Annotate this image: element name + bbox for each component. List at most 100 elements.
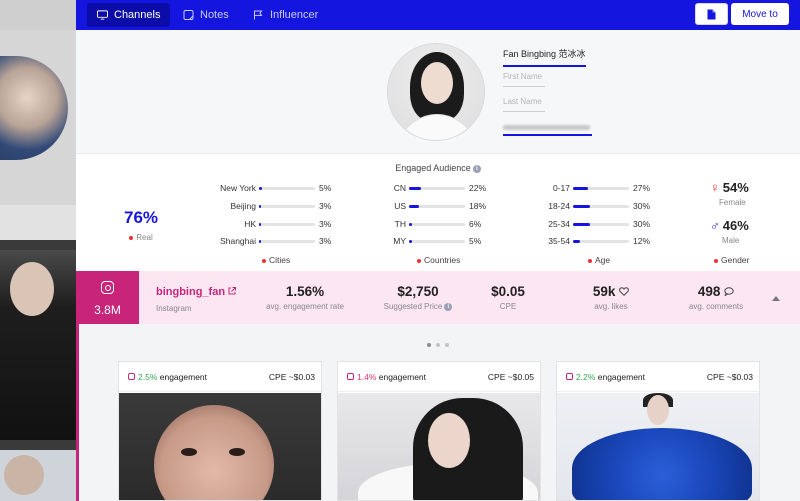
age-name: 35-54 <box>548 236 570 246</box>
metric-avg-likes: 59k avg. likes <box>576 284 646 311</box>
countries-label-text: Countries <box>424 255 461 265</box>
post-header: 1.4% engagement CPE ~$0.05 <box>338 362 540 392</box>
last-name-field[interactable]: Last Name <box>503 97 545 112</box>
audience-title-text: Engaged Audience <box>395 163 471 173</box>
age-name: 18-24 <box>548 201 570 211</box>
metric-value: $2,750 <box>397 284 439 299</box>
metric-label: CPE <box>499 302 517 311</box>
follower-count: 3.8M <box>94 303 121 317</box>
metric-label-text: Suggested Price <box>383 302 443 311</box>
photo-eye <box>181 448 197 456</box>
tab-label: Notes <box>200 9 229 21</box>
post-header: 2.5% engagement CPE ~$0.03 <box>119 362 321 392</box>
instagram-icon <box>101 281 114 294</box>
bg-tile <box>0 205 76 240</box>
age-row: 0-17 27% <box>76 183 800 195</box>
profile-header: Fan Bingbing 范冰冰 First Name Last Name <box>76 30 800 154</box>
age-value: 27% <box>633 183 651 193</box>
post-cpe: CPE ~$0.05 <box>487 372 534 382</box>
female-icon: ♀ <box>710 180 720 195</box>
bg-face <box>10 262 54 316</box>
metric-label: avg. likes <box>594 302 628 311</box>
first-name-field[interactable]: First Name <box>503 72 545 87</box>
metric-label: avg. engagement rate <box>266 302 344 311</box>
metric-value-row: 59k <box>576 284 646 299</box>
age-bar-fill <box>573 223 590 226</box>
metric-cpe: $0.05 CPE <box>478 284 538 311</box>
info-icon[interactable]: i <box>472 164 481 173</box>
dot-icon <box>262 258 266 263</box>
move-to-button[interactable]: Move to <box>731 3 789 25</box>
background-page <box>0 0 76 501</box>
age-value: 30% <box>633 201 651 211</box>
post-photo[interactable] <box>557 393 759 500</box>
carousel-pager <box>427 343 449 347</box>
photo-fabric <box>572 428 752 500</box>
engagement-label: engagement <box>597 372 646 382</box>
age-bar <box>573 223 629 226</box>
post-engagement: 2.5% engagement <box>138 372 207 382</box>
male-stat: ♂ 46% <box>710 218 749 233</box>
age-row: 35-54 12% <box>76 236 800 248</box>
name-field[interactable]: Fan Bingbing 范冰冰 <box>503 47 586 67</box>
pager-dot[interactable] <box>436 343 440 347</box>
female-stat: ♀ 54% <box>710 180 749 195</box>
metric-engagement-rate: 1.56% avg. engagement rate <box>246 284 364 311</box>
channel-handle: bingbing_fan <box>156 286 226 298</box>
tab-label: Influencer <box>270 9 319 21</box>
tab-channels[interactable]: Channels <box>87 3 171 27</box>
top-bar: Channels Notes Influencer Move to <box>76 0 800 30</box>
collapse-arrow-icon[interactable] <box>772 296 780 301</box>
age-name: 25-34 <box>548 219 570 229</box>
pager-dot[interactable] <box>427 343 431 347</box>
flag-icon <box>254 10 263 20</box>
heart-icon <box>619 287 630 297</box>
female-value: 54% <box>722 180 749 195</box>
age-name: 0-17 <box>552 183 570 193</box>
post-card[interactable]: 2.2% engagement CPE ~$0.03 <box>556 361 760 501</box>
engagement-pct: 1.4% <box>357 372 377 382</box>
photo-face <box>428 413 470 468</box>
post-card[interactable]: 2.5% engagement CPE ~$0.03 <box>118 361 322 501</box>
age-value: 30% <box>633 219 651 229</box>
post-card[interactable]: 1.4% engagement CPE ~$0.05 <box>337 361 541 501</box>
metric-label: Suggested Price i <box>358 302 478 311</box>
cities-label: Cities <box>262 255 290 265</box>
tab-influencer[interactable]: Influencer <box>243 3 328 27</box>
note-icon <box>183 10 194 20</box>
age-label: Age <box>588 255 610 265</box>
pager-dot[interactable] <box>445 343 449 347</box>
age-label-text: Age <box>595 255 611 265</box>
post-photo[interactable] <box>119 393 321 500</box>
engagement-pct: 2.2% <box>576 372 596 382</box>
audience-title: Engaged Audience i <box>76 163 800 173</box>
channel-handle-link[interactable]: bingbing_fan <box>156 286 237 298</box>
metric-suggested-price: $2,750 Suggested Price i <box>358 284 478 311</box>
age-value: 12% <box>633 236 651 246</box>
instagram-icon <box>566 373 573 380</box>
influencer-panel: Channels Notes Influencer Move to Fan Bi… <box>76 0 800 501</box>
bg-face <box>4 455 44 495</box>
countries-label: Countries <box>417 255 460 265</box>
file-button[interactable] <box>695 3 728 25</box>
photo-eye <box>229 448 245 456</box>
post-photo[interactable] <box>338 393 540 500</box>
gender-label-text: Gender <box>721 255 750 265</box>
post-cpe: CPE ~$0.03 <box>706 372 753 382</box>
info-icon[interactable]: i <box>444 302 453 311</box>
metric-value: $0.05 <box>491 284 525 299</box>
email-field[interactable] <box>503 122 592 136</box>
age-row: 18-24 30% <box>76 201 800 213</box>
avatar[interactable] <box>387 43 485 141</box>
gender-label: Gender <box>714 255 749 265</box>
male-icon: ♂ <box>710 218 720 233</box>
age-bar <box>573 205 629 208</box>
channel-badge[interactable]: 3.8M <box>76 271 139 324</box>
tab-notes[interactable]: Notes <box>173 3 239 27</box>
dot-icon <box>588 258 592 263</box>
comment-icon <box>724 287 734 297</box>
file-icon <box>707 9 716 19</box>
metric-value-row: 498 <box>676 284 756 299</box>
photo-face <box>154 405 274 500</box>
instagram-icon <box>347 373 354 380</box>
